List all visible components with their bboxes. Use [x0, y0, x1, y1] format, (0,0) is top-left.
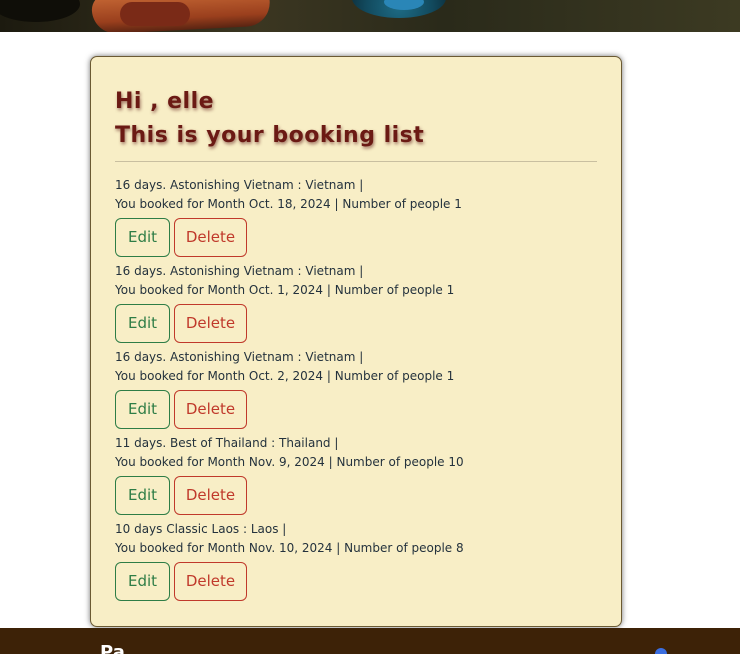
- booking-detail: You booked for Month Oct. 1, 2024 | Numb…: [115, 283, 455, 297]
- footer-right-text: ...: [672, 646, 684, 654]
- banner-kayak-detail: [120, 2, 190, 26]
- booking-actions: Edit Delete: [115, 304, 597, 343]
- booking-actions: Edit Delete: [115, 476, 597, 515]
- delete-button[interactable]: Delete: [174, 390, 247, 429]
- booking-trip: 16 days. Astonishing Vietnam : Vietnam |: [115, 350, 364, 364]
- booking-card: Hi , elle This is your booking list 16 d…: [90, 56, 622, 627]
- greeting: Hi , elle: [115, 89, 215, 114]
- booking-detail: You booked for Month Oct. 18, 2024 | Num…: [115, 197, 462, 211]
- delete-button[interactable]: Delete: [174, 476, 247, 515]
- booking-item: 16 days. Astonishing Vietnam : Vietnam |…: [115, 348, 597, 429]
- edit-button[interactable]: Edit: [115, 304, 170, 343]
- divider: [115, 161, 597, 162]
- edit-button[interactable]: Edit: [115, 476, 170, 515]
- booking-item: 10 days Classic Laos : Laos | You booked…: [115, 520, 597, 601]
- booking-item: 16 days. Astonishing Vietnam : Vietnam |…: [115, 176, 597, 257]
- booking-actions: Edit Delete: [115, 562, 597, 601]
- footer-title: Pa...: [100, 642, 146, 654]
- edit-button[interactable]: Edit: [115, 390, 170, 429]
- delete-button[interactable]: Delete: [174, 562, 247, 601]
- booking-actions: Edit Delete: [115, 390, 597, 429]
- header-banner-image: [0, 0, 740, 32]
- edit-button[interactable]: Edit: [115, 218, 170, 257]
- booking-detail: You booked for Month Nov. 10, 2024 | Num…: [115, 541, 464, 555]
- booking-actions: Edit Delete: [115, 218, 597, 257]
- booking-item: 16 days. Astonishing Vietnam : Vietnam |…: [115, 262, 597, 343]
- delete-button[interactable]: Delete: [174, 304, 247, 343]
- booking-trip: 10 days Classic Laos : Laos |: [115, 522, 287, 536]
- banner-shadow: [0, 0, 80, 22]
- edit-button[interactable]: Edit: [115, 562, 170, 601]
- booking-trip: 11 days. Best of Thailand : Thailand |: [115, 436, 339, 450]
- footer-dot-icon: [655, 648, 667, 654]
- page-title: This is your booking list: [115, 123, 425, 148]
- booking-trip: 16 days. Astonishing Vietnam : Vietnam |: [115, 264, 364, 278]
- booking-detail: You booked for Month Oct. 2, 2024 | Numb…: [115, 369, 455, 383]
- booking-item: 11 days. Best of Thailand : Thailand | Y…: [115, 434, 597, 515]
- booking-detail: You booked for Month Nov. 9, 2024 | Numb…: [115, 455, 464, 469]
- footer: Pa... ...: [0, 628, 740, 654]
- delete-button[interactable]: Delete: [174, 218, 247, 257]
- booking-trip: 16 days. Astonishing Vietnam : Vietnam |: [115, 178, 364, 192]
